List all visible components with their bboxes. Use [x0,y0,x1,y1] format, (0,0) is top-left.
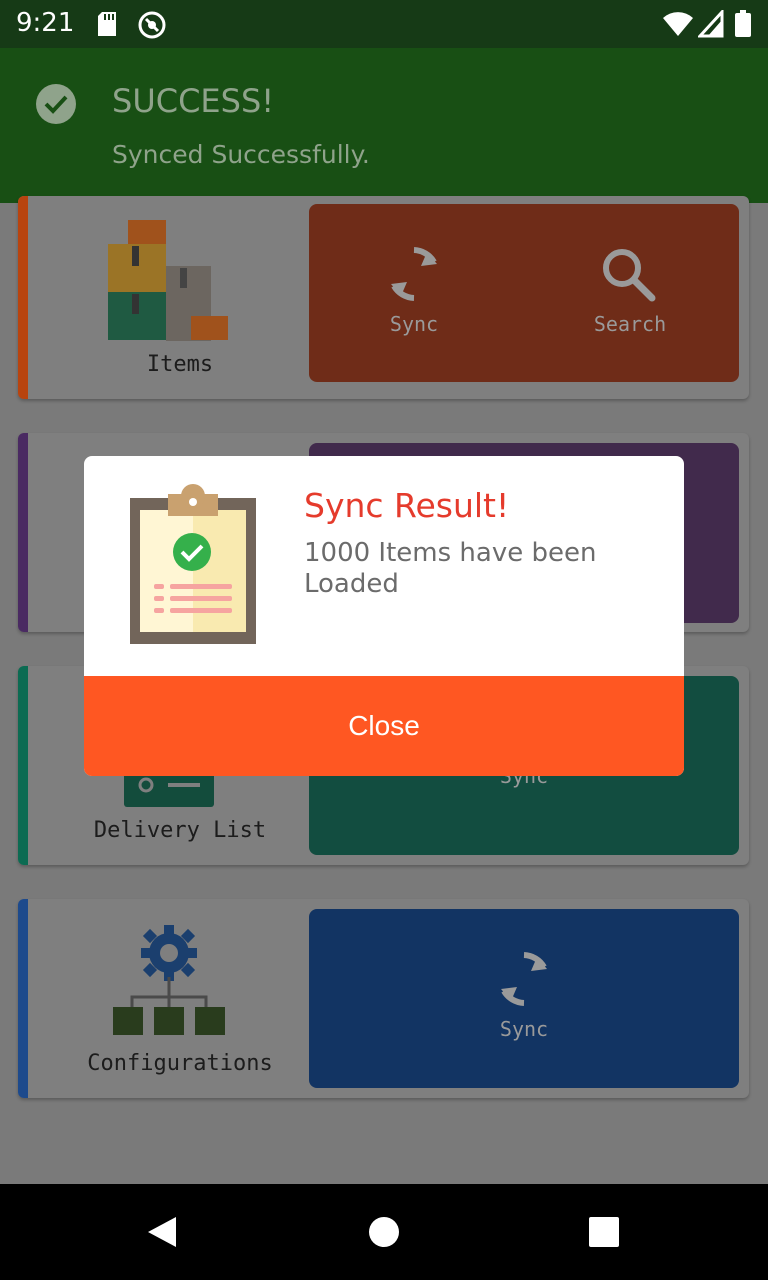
search-label: Search [593,312,667,336]
dialog-message: 1000 Items have been Loaded [304,538,597,599]
card-accent [18,666,28,865]
dialog-title: Sync Result! [304,486,510,525]
items-illustration-icon [106,216,231,345]
sync-result-dialog: Sync Result! 1000 Items have been Loaded… [84,456,684,776]
card-accent [18,196,28,399]
configurations-card: Configurations Sync [18,899,749,1098]
items-card: Items Sync Search [18,196,749,399]
status-bar: 9:21 [0,0,768,48]
no-sync-icon [137,10,167,44]
status-time: 9:21 [16,8,75,38]
close-button[interactable]: Close [84,676,684,776]
card-caption-configurations: Configurations [87,1051,273,1076]
sync-label: Sync [389,312,439,336]
configurations-illustration-icon [112,921,227,1040]
sync-icon [391,247,437,301]
navigation-bar [0,1184,768,1280]
delivery-list-illustration-icon [124,771,214,811]
items-actions: Sync Search [309,204,739,382]
check-circle-icon [36,84,76,124]
configurations-actions: Sync [309,909,739,1088]
sd-card-icon [96,10,118,42]
battery-icon [735,10,751,42]
card-caption-items: Items [146,352,214,377]
card-accent [18,899,28,1098]
toast-message: Synced Successfully. [112,140,370,169]
card-caption-delivery-list: Delivery List [93,818,267,843]
success-toast: SUCCESS! Synced Successfully. [0,48,768,203]
configurations-sync-button[interactable]: Sync [449,949,599,1059]
sync-icon [501,952,547,1006]
home-icon[interactable] [369,1217,399,1251]
items-sync-button[interactable]: Sync [339,244,489,354]
recents-icon[interactable] [589,1217,619,1251]
sync-label: Sync [499,1017,549,1041]
clipboard-check-icon [128,484,258,650]
card-accent [18,433,28,632]
back-icon[interactable] [146,1215,178,1253]
toast-title: SUCCESS! [112,82,275,120]
wifi-icon [662,10,694,42]
signal-icon [696,8,724,42]
search-icon [603,249,656,302]
items-search-button[interactable]: Search [555,244,705,354]
